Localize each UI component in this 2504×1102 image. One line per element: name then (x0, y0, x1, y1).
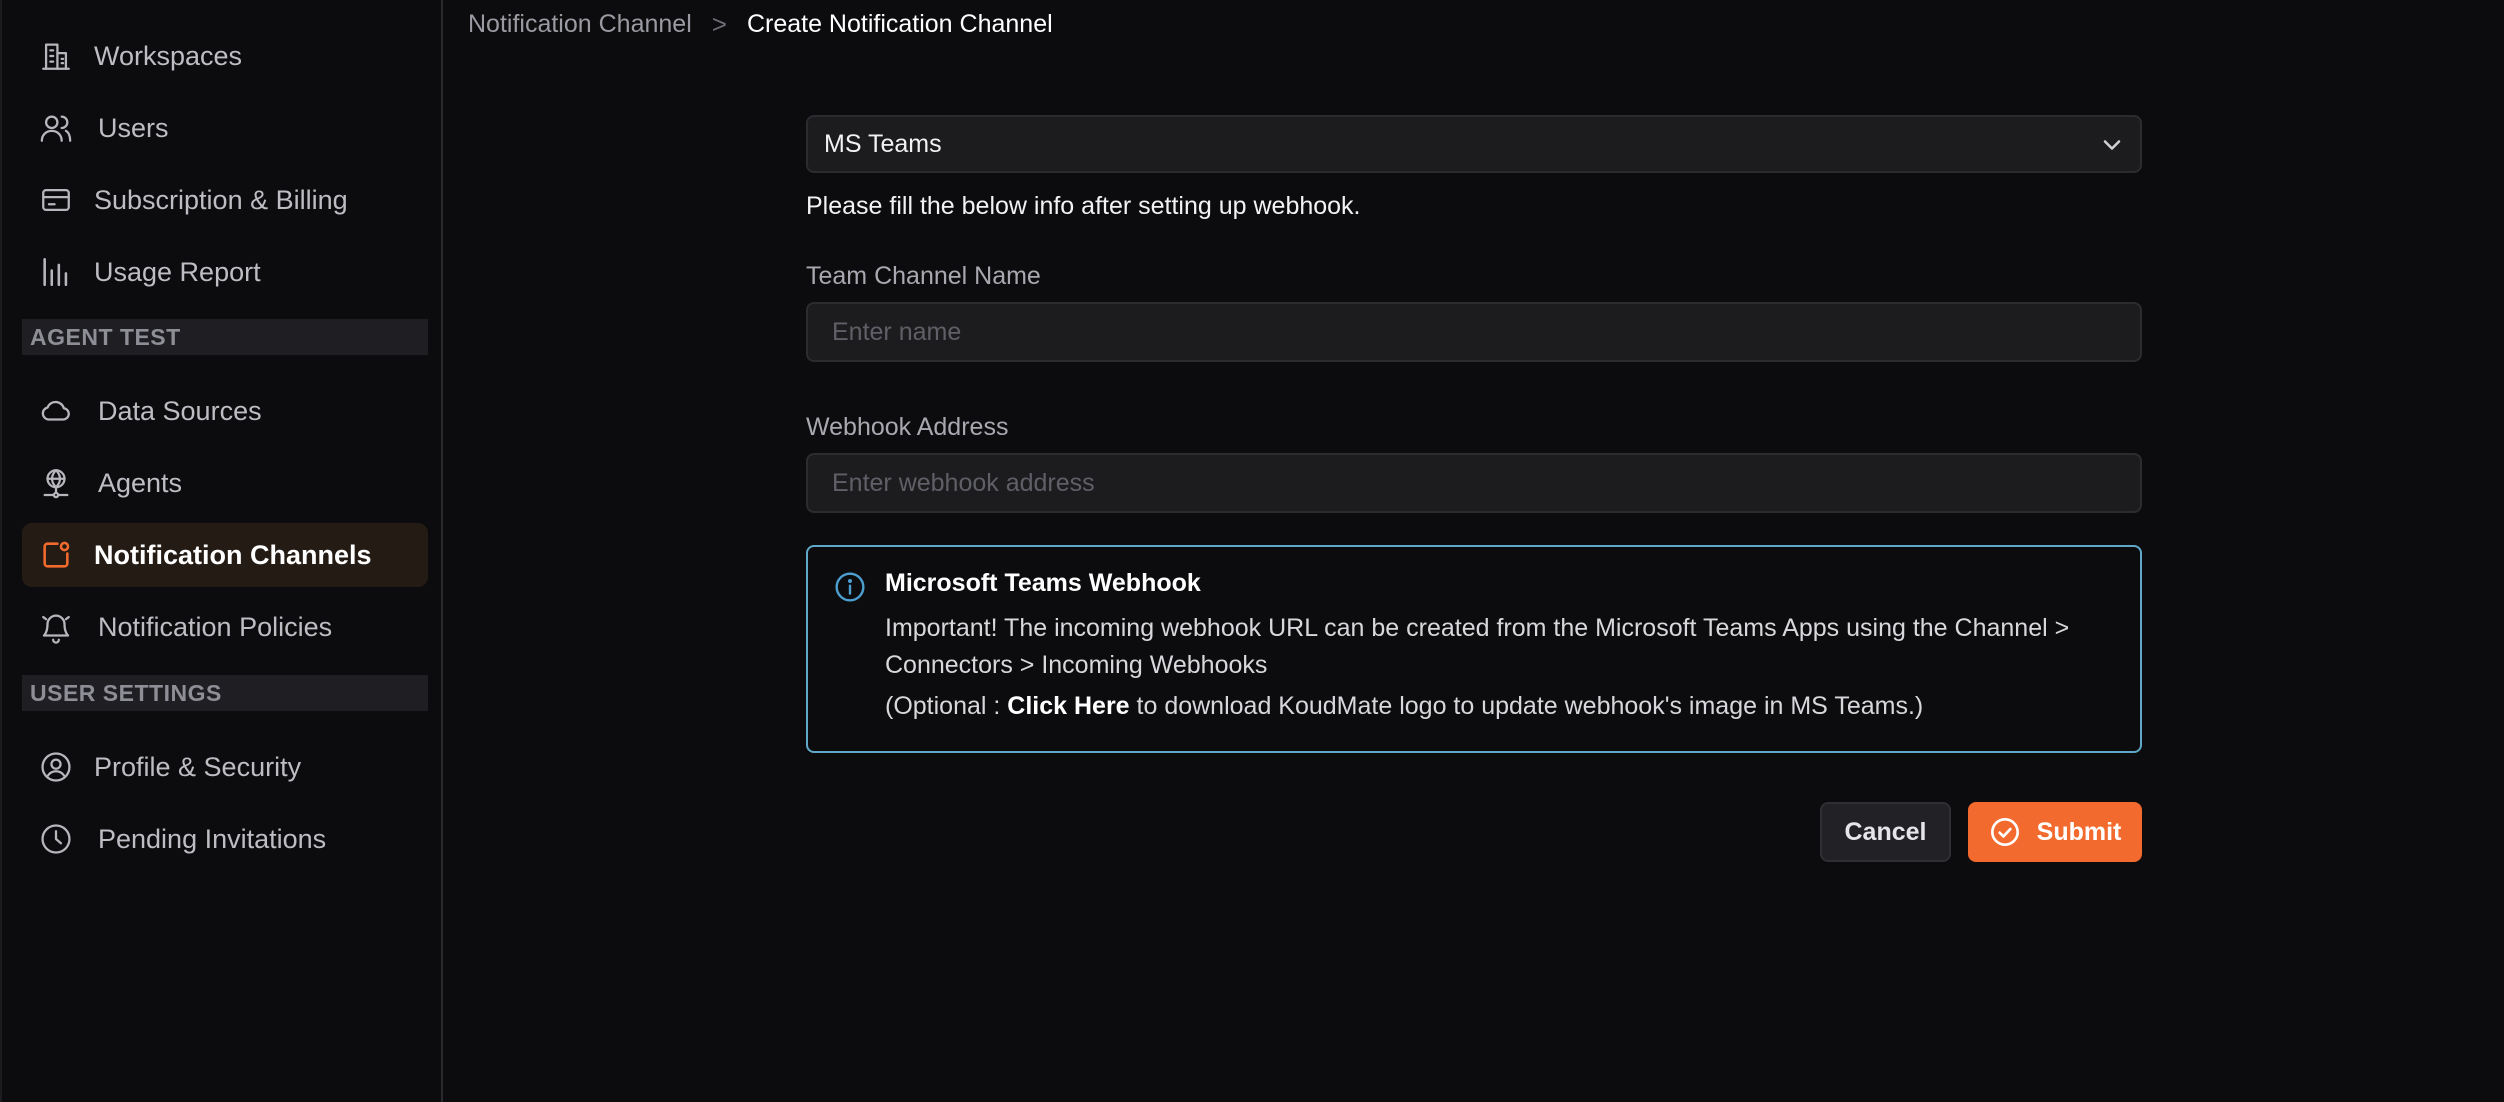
submit-label: Submit (2036, 817, 2122, 846)
cloud-icon (36, 391, 76, 431)
users-icon (36, 108, 76, 148)
sidebar-item-label: Usage Report (94, 256, 261, 287)
sidebar-item-pending-invitations[interactable]: Pending Invitations (22, 807, 428, 871)
sidebar-item-label: Pending Invitations (98, 823, 327, 854)
breadcrumb-separator: > (711, 8, 727, 39)
info-optional-note: (Optional : Click Here to download KoudM… (885, 692, 1923, 721)
sidebar-item-subscription-billing[interactable]: Subscription & Billing (22, 168, 428, 232)
sidebar-item-notification-policies[interactable]: Notification Policies (22, 595, 428, 659)
notification-square-icon (36, 535, 76, 575)
submit-button[interactable]: Submit (1968, 802, 2142, 862)
sidebar-item-profile-security[interactable]: Profile & Security (22, 735, 428, 799)
credit-card-icon (36, 180, 76, 220)
sidebar-item-label: Agents (98, 467, 183, 498)
info-optional-prefix: (Optional : (885, 692, 1008, 720)
info-callout: Microsoft Teams Webhook Important! The i… (806, 545, 2142, 753)
webhook-address-input[interactable] (806, 453, 2142, 513)
cancel-button[interactable]: Cancel (1820, 802, 1951, 862)
breadcrumb-parent-link[interactable]: Notification Channel (468, 10, 692, 39)
bell-alert-icon (36, 607, 76, 647)
breadcrumb-current: Create Notification Channel (746, 9, 1053, 38)
check-circle-icon (1989, 816, 2021, 848)
globe-network-icon (36, 463, 76, 503)
webhook-address-label: Webhook Address (806, 413, 1009, 441)
sidebar-item-users[interactable]: Users (22, 96, 428, 160)
channel-type-value: MS Teams (824, 129, 942, 158)
sidebar-item-label: Subscription & Billing (94, 184, 348, 215)
sidebar-item-usage-report[interactable]: Usage Report (22, 240, 428, 304)
sidebar-item-label: Profile & Security (94, 751, 302, 782)
download-logo-link[interactable]: Click Here (1007, 692, 1129, 720)
user-circle-icon (36, 747, 76, 787)
channel-type-select[interactable]: MS Teams (806, 115, 2142, 173)
team-channel-name-input[interactable] (806, 302, 2142, 362)
sidebar-item-workspaces[interactable]: Workspaces (22, 24, 428, 88)
sidebar-item-label: Data Sources (98, 395, 262, 426)
sidebar-item-notification-channels[interactable]: Notification Channels (22, 523, 428, 587)
chevron-down-icon (2098, 131, 2126, 159)
sidebar-item-label: Users (98, 112, 169, 143)
clock-icon (36, 819, 76, 859)
info-body: Important! The incoming webhook URL can … (885, 614, 2070, 679)
team-channel-name-label: Team Channel Name (806, 262, 1041, 290)
helper-text: Please fill the below info after setting… (806, 192, 1361, 220)
section-header-user-settings: USER SETTINGS (22, 675, 428, 711)
sidebar-item-data-sources[interactable]: Data Sources (22, 379, 428, 443)
section-header-agent: AGENT TEST (22, 319, 428, 355)
sidebar: Workspaces Users Subscription & Billing … (0, 0, 443, 1102)
breadcrumb: Notification Channel > Create Notificati… (468, 6, 1053, 42)
info-icon (834, 571, 866, 603)
info-optional-suffix: to download KoudMate logo to update webh… (1129, 692, 1924, 720)
sidebar-item-agents[interactable]: Agents (22, 451, 428, 515)
building-icon (36, 36, 76, 76)
bar-chart-icon (36, 252, 76, 292)
sidebar-item-label: Workspaces (94, 40, 243, 71)
sidebar-item-label: Notification Channels (94, 539, 372, 570)
info-title: Microsoft Teams Webhook (885, 569, 1201, 597)
sidebar-item-label: Notification Policies (98, 611, 333, 642)
